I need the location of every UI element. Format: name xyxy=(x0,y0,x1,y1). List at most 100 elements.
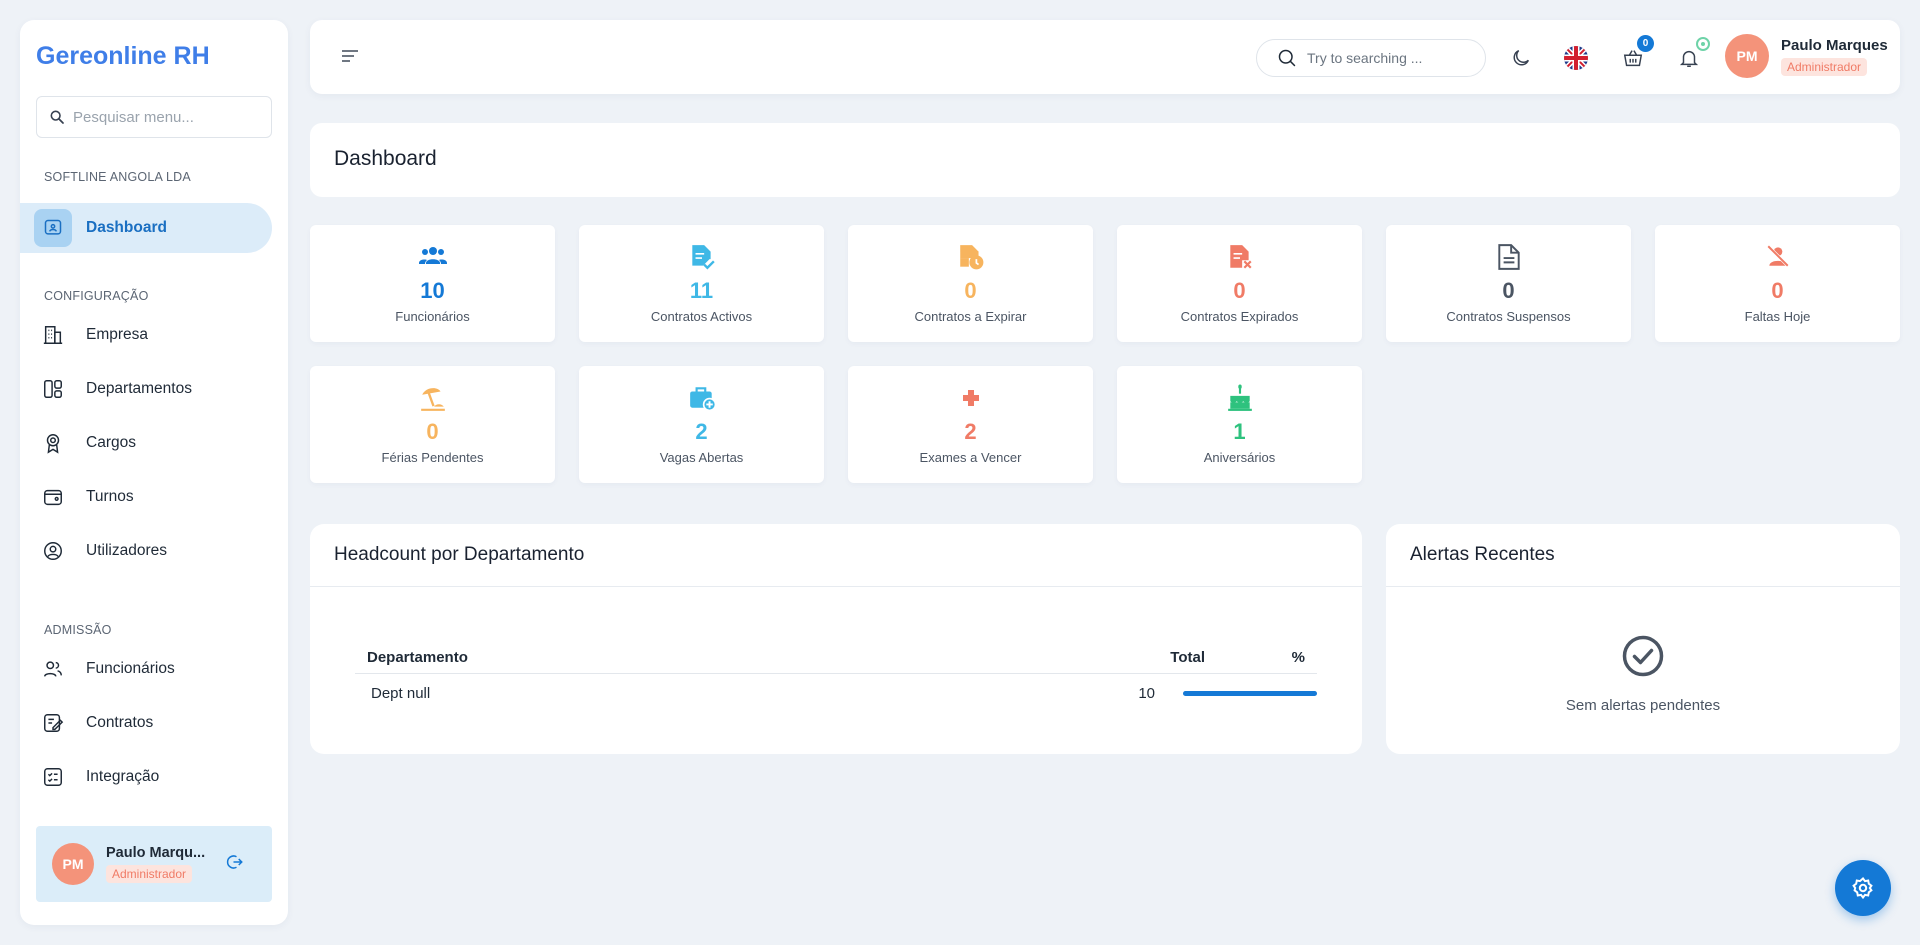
stat-label: Funcionários xyxy=(395,309,470,324)
role-badge: Administrador xyxy=(106,865,193,883)
stat-label: Férias Pendentes xyxy=(381,450,484,465)
department-name: Dept null xyxy=(371,684,431,702)
stat-label: Contratos a Expirar xyxy=(914,309,1027,324)
sidebar-item-label: Turnos xyxy=(86,488,134,505)
users-icon xyxy=(310,243,555,271)
column-header-departamento: Departamento xyxy=(367,649,468,666)
stat-card-contratos-expirados[interactable]: 0 Contratos Expirados xyxy=(1117,225,1362,342)
cart-icon[interactable]: 0 xyxy=(1620,35,1654,71)
stat-card-contratos-activos[interactable]: 11 Contratos Activos xyxy=(579,225,824,342)
cake-icon xyxy=(1117,384,1362,412)
sidebar-item-funcionarios[interactable]: Funcionários xyxy=(20,644,272,694)
stat-label: Contratos Activos xyxy=(650,309,753,324)
stat-value: 0 xyxy=(1771,278,1784,303)
sidebar-item-contratos[interactable]: Contratos xyxy=(20,698,272,748)
panel-title: Headcount por Departamento xyxy=(334,544,585,565)
headcount-panel: Headcount por Departamento Departamento … xyxy=(310,524,1362,754)
gear-icon xyxy=(1852,877,1873,900)
sidebar-item-empresa[interactable]: Empresa xyxy=(20,310,272,360)
file-clock-icon xyxy=(848,243,1093,271)
stat-value: 0 xyxy=(1233,278,1246,303)
table-header: Departamento Total % xyxy=(355,642,1317,674)
brand-logo[interactable]: Gereonline RH xyxy=(36,42,210,71)
stat-card-exames-vencer[interactable]: 2 Exames a Vencer xyxy=(848,366,1093,483)
bell-icon[interactable] xyxy=(1676,37,1710,71)
menu-search[interactable] xyxy=(36,96,272,138)
column-header-total: Total xyxy=(1170,649,1205,666)
page-header: Dashboard xyxy=(310,123,1900,197)
column-header-percent: % xyxy=(1291,649,1305,666)
sidebar-item-departamentos[interactable]: Departamentos xyxy=(20,364,272,414)
stat-card-contratos-suspensos[interactable]: 0 Contratos Suspensos xyxy=(1386,225,1631,342)
stat-label: Contratos Suspensos xyxy=(1446,309,1571,324)
file-check-icon xyxy=(579,243,824,271)
uk-flag-icon[interactable] xyxy=(1563,45,1589,71)
award-icon xyxy=(42,432,64,454)
avatar[interactable]: PM xyxy=(1725,34,1769,78)
settings-button[interactable] xyxy=(1835,860,1891,916)
monitor-icon xyxy=(34,209,72,247)
user-circle-icon xyxy=(42,540,64,562)
file-x-icon xyxy=(1117,243,1362,271)
cart-count-badge: 0 xyxy=(1637,35,1654,52)
department-total: 10 xyxy=(1138,684,1155,702)
topbar-user-name: Paulo Marques xyxy=(1781,36,1888,54)
moon-icon[interactable] xyxy=(1508,45,1534,71)
stat-value: 2 xyxy=(964,419,977,444)
panel-title: Alertas Recentes xyxy=(1410,544,1555,565)
global-search[interactable] xyxy=(1256,39,1486,77)
stat-label: Contratos Expirados xyxy=(1180,309,1299,324)
sidebar-user-card: PM Paulo Marqu... Administrador xyxy=(36,826,272,902)
sidebar: Gereonline RH SOFTLINE ANGOLA LDA Dashbo… xyxy=(20,20,288,925)
alerts-empty-text: Sem alertas pendentes xyxy=(1565,697,1721,714)
stat-value: 2 xyxy=(695,419,708,444)
stat-card-contratos-expirar[interactable]: 0 Contratos a Expirar xyxy=(848,225,1093,342)
sidebar-user-name: Paulo Marqu... xyxy=(106,845,206,861)
logout-icon[interactable] xyxy=(226,853,244,876)
users-icon xyxy=(42,658,64,680)
sidebar-item-label: Funcionários xyxy=(86,660,175,677)
check-circle-icon xyxy=(1622,635,1664,677)
stat-card-faltas-hoje[interactable]: 0 Faltas Hoje xyxy=(1655,225,1900,342)
stat-value: 0 xyxy=(964,278,977,303)
config-section-label: CONFIGURAÇÃO xyxy=(44,289,149,303)
user-off-icon xyxy=(1655,243,1900,271)
stat-label: Vagas Abertas xyxy=(659,450,744,465)
avatar[interactable]: PM xyxy=(52,843,94,885)
notification-dot xyxy=(1696,37,1710,51)
stat-value: 0 xyxy=(426,419,439,444)
admission-section-label: ADMISSÃO xyxy=(44,623,112,637)
stat-card-ferias-pendentes[interactable]: 0 Férias Pendentes xyxy=(310,366,555,483)
sidebar-item-utilizadores[interactable]: Utilizadores xyxy=(20,526,272,576)
stat-label: Faltas Hoje xyxy=(1744,309,1811,324)
global-search-input[interactable] xyxy=(1307,50,1467,66)
sidebar-item-cargos[interactable]: Cargos xyxy=(20,418,272,468)
file-icon xyxy=(1386,243,1631,271)
sidebar-item-label: Contratos xyxy=(86,714,154,731)
table-row[interactable]: Dept null 10 xyxy=(355,674,1317,712)
percent-cell xyxy=(1175,690,1317,696)
stat-value: 1 xyxy=(1233,419,1246,444)
briefcase-plus-icon xyxy=(579,384,824,412)
topbar-user[interactable]: PM Paulo Marques Administrador xyxy=(1725,34,1888,78)
sidebar-item-label: Utilizadores xyxy=(86,542,167,559)
stat-card-vagas-abertas[interactable]: 2 Vagas Abertas xyxy=(579,366,824,483)
menu-toggle-icon[interactable] xyxy=(340,48,360,69)
stat-value: 11 xyxy=(689,278,714,303)
headcount-table: Departamento Total % Dept null 10 xyxy=(355,642,1317,712)
stat-card-funcionarios[interactable]: 10 Funcionários xyxy=(310,225,555,342)
beach-icon xyxy=(310,384,555,412)
divider xyxy=(1386,586,1900,587)
menu-search-input[interactable] xyxy=(73,108,253,126)
search-icon xyxy=(1278,49,1296,67)
sidebar-item-dashboard[interactable]: Dashboard xyxy=(20,203,272,253)
sidebar-item-label: Dashboard xyxy=(86,219,167,236)
checklist-icon xyxy=(42,766,64,788)
sidebar-item-label: Empresa xyxy=(86,326,149,343)
stat-card-aniversarios[interactable]: 1 Aniversários xyxy=(1117,366,1362,483)
layout-icon xyxy=(42,378,64,400)
sidebar-item-integracao[interactable]: Integração xyxy=(20,752,272,802)
company-label: SOFTLINE ANGOLA LDA xyxy=(44,170,191,184)
role-badge: Administrador xyxy=(1781,57,1868,76)
sidebar-item-turnos[interactable]: Turnos xyxy=(20,472,272,522)
